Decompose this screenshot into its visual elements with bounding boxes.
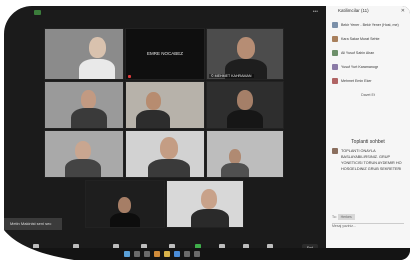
video-tile[interactable]: [44, 28, 124, 80]
security-shield-icon[interactable]: [34, 10, 41, 15]
participant-body: [79, 59, 115, 79]
avatar: [332, 78, 338, 84]
participant-row[interactable]: Yusuf Yurt Karamanogr: [332, 61, 404, 75]
participant-body: [65, 159, 101, 177]
participant-body: [221, 163, 249, 177]
os-taskbar: [4, 248, 410, 260]
participant-head: [237, 90, 253, 110]
meeting-top-bar: •••: [4, 6, 326, 20]
participant-head: [81, 90, 96, 109]
search-icon[interactable]: [134, 251, 140, 257]
app-icon[interactable]: [194, 251, 200, 257]
participant-head: [229, 149, 241, 164]
video-tile[interactable]: [44, 130, 124, 178]
participant-body: [71, 108, 107, 128]
participant-head: [75, 141, 91, 160]
chat-panel-title: Toplanti sohbet: [351, 139, 385, 145]
avatar: [332, 22, 338, 28]
start-icon[interactable]: [124, 251, 130, 257]
view-toggle[interactable]: •••: [313, 9, 318, 15]
explorer-icon[interactable]: [164, 251, 170, 257]
muted-mic-icon: [128, 75, 131, 78]
chat-composer: To: Herkes Mesaj yaziniz...: [332, 214, 404, 228]
chat-recipient-select[interactable]: Herkes: [337, 214, 355, 220]
video-tile[interactable]: [166, 180, 244, 228]
taskview-icon[interactable]: [144, 251, 150, 257]
right-panel: Katilimcilar (11) ✕ Bekir Yener - Bekir …: [326, 6, 410, 248]
participant-body: [136, 110, 170, 128]
participant-row[interactable]: Bekir Yener - Bekir Yener (Host, me): [332, 19, 404, 33]
participants-panel-title: Katilimcilar (11): [338, 8, 369, 13]
avatar: [332, 36, 338, 42]
video-tile[interactable]: [44, 81, 124, 129]
participant-head: [89, 37, 106, 58]
zoom-window: ••• EMRE NOCABEZ © MEHMET KAHRAMAN Metin…: [4, 6, 410, 260]
browser-icon[interactable]: [154, 251, 160, 257]
participant-body: [191, 209, 229, 227]
video-tile[interactable]: EMRE NOCABEZ: [125, 28, 205, 80]
video-tile[interactable]: [125, 130, 205, 178]
video-tile[interactable]: [206, 81, 284, 129]
participant-row[interactable]: Mehmet Emin Eker: [332, 75, 404, 89]
chat-message: TOPLANTI ONAYLA BASLAYABILIRSINIZ. GRUP …: [332, 148, 404, 172]
participant-row[interactable]: Kara Sakar Murat Sehte: [332, 33, 404, 47]
avatar: [332, 148, 338, 154]
video-grid: EMRE NOCABEZ © MEHMET KAHRAMAN: [40, 28, 330, 238]
participant-head: [237, 37, 255, 59]
invite-button[interactable]: Davet Et: [332, 89, 404, 101]
video-tile[interactable]: © MEHMET KAHRAMAN: [206, 28, 284, 80]
participant-head: [160, 137, 178, 159]
app-icon[interactable]: [184, 251, 190, 257]
video-tile[interactable]: [85, 180, 165, 228]
participant-body: [110, 213, 140, 227]
participant-head: [146, 92, 161, 110]
participant-row[interactable]: Ali Yusuf Sahin Ahan: [332, 47, 404, 61]
notification-toast[interactable]: Metin Makinist seni sec: [4, 218, 62, 230]
close-panel-icon[interactable]: ✕: [401, 8, 405, 14]
participant-body: [227, 110, 263, 128]
participant-name: © MEHMET KAHRAMAN: [209, 74, 254, 78]
avatar: [332, 50, 338, 56]
video-tile[interactable]: [125, 81, 205, 129]
zoom-app-icon[interactable]: [174, 251, 180, 257]
participant-list: Bekir Yener - Bekir Yener (Host, me) Kar…: [332, 19, 404, 101]
participant-center-name: EMRE NOCABEZ: [146, 51, 183, 56]
participant-head: [118, 197, 131, 213]
participant-head: [201, 189, 217, 209]
participant-body: [148, 159, 190, 177]
chat-input[interactable]: Mesaj yaziniz...: [332, 223, 404, 232]
avatar: [332, 64, 338, 70]
chat-to-label: To:: [332, 215, 337, 219]
video-tile[interactable]: [206, 130, 284, 178]
